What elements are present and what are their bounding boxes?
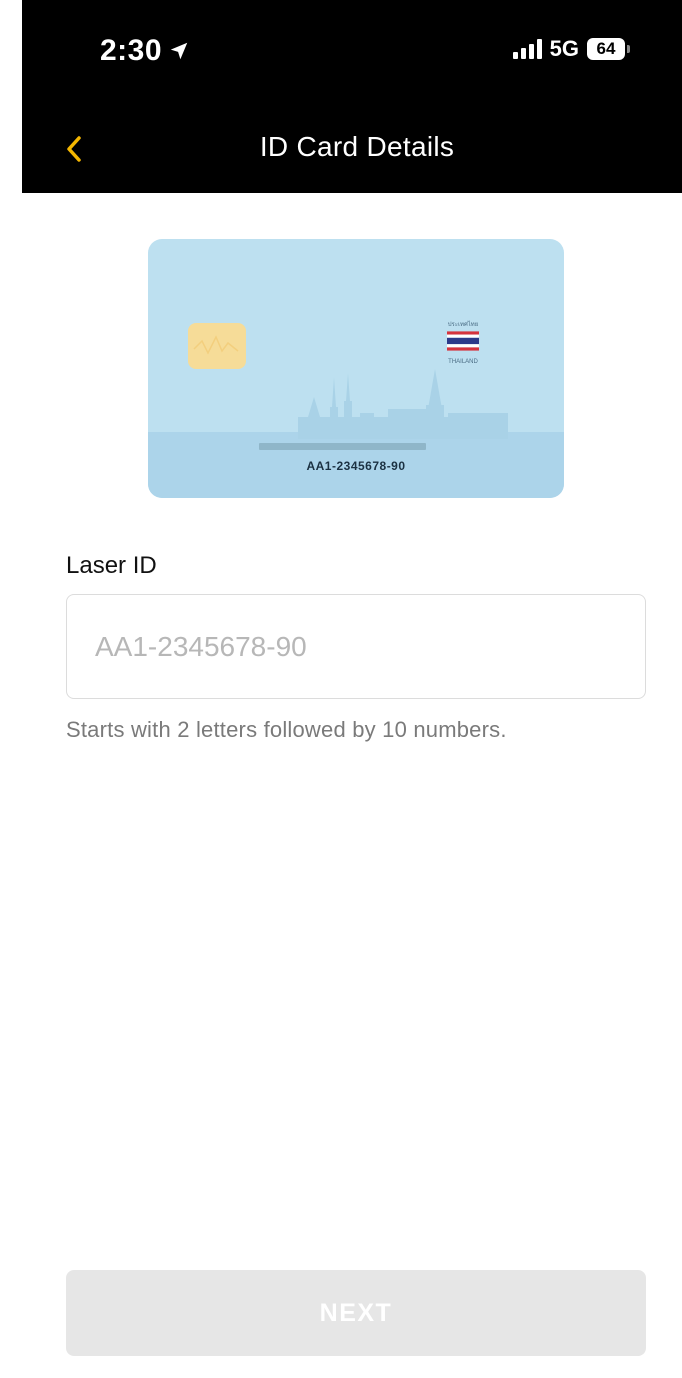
battery-level: 64 bbox=[587, 38, 625, 60]
laser-id-input[interactable] bbox=[67, 595, 645, 698]
status-time: 2:30 bbox=[100, 34, 163, 67]
battery-icon: 64 bbox=[587, 38, 630, 60]
next-button[interactable]: NEXT bbox=[66, 1270, 646, 1356]
network-type: 5G bbox=[549, 36, 579, 61]
country-emblem: ประเทศไทย THAILAND bbox=[446, 321, 480, 366]
country-label-english: THAILAND bbox=[448, 359, 478, 365]
laser-id-highlight bbox=[259, 443, 426, 450]
status-bar: 2:30 5G 64 bbox=[22, 0, 682, 105]
signal-bars-icon bbox=[512, 39, 542, 59]
status-time-group: 2:30 bbox=[100, 34, 190, 68]
status-indicators: 5G 64 bbox=[512, 36, 630, 62]
temple-skyline-graphic bbox=[298, 369, 508, 439]
nav-bar: ID Card Details bbox=[22, 105, 682, 193]
location-arrow-icon bbox=[168, 40, 190, 62]
id-card-illustration: ประเทศไทย THAILAND AA1-2345678-90 bbox=[148, 239, 564, 498]
laser-id-label: Laser ID bbox=[66, 552, 157, 579]
laser-id-helper-text: Starts with 2 letters followed by 10 num… bbox=[66, 717, 507, 742]
screen: 2:30 5G 64 ID Card Details ประเทศไทย THA… bbox=[0, 0, 682, 1378]
card-chip-icon bbox=[188, 323, 246, 369]
thai-flag-icon bbox=[447, 331, 479, 351]
laser-id-field-container bbox=[66, 594, 646, 699]
country-label-thai: ประเทศไทย bbox=[447, 322, 479, 328]
page-title: ID Card Details bbox=[259, 131, 455, 162]
card-laser-id-sample: AA1-2345678-90 bbox=[306, 459, 406, 473]
